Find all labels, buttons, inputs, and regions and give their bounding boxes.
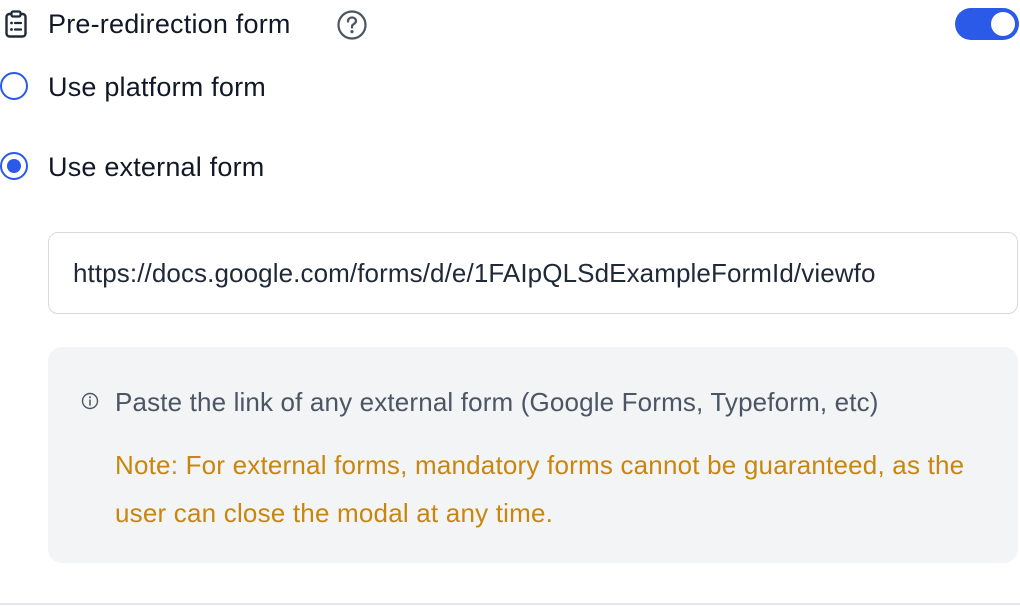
external-form-label: Use external form <box>48 152 265 182</box>
info-icon <box>81 392 99 410</box>
divider <box>0 603 1020 605</box>
use-external-form-option[interactable]: Use external form <box>0 148 600 188</box>
pre-redirection-form-settings: Pre-redirection form Use platform form U… <box>0 0 1020 606</box>
pre-redirection-toggle[interactable] <box>955 8 1019 40</box>
section-header: Pre-redirection form <box>0 0 1020 50</box>
warning-note-text: Note: For external forms, mandatory form… <box>115 450 965 528</box>
platform-form-label: Use platform form <box>48 72 266 102</box>
external-form-radio[interactable] <box>0 152 28 180</box>
platform-form-radio[interactable] <box>0 72 28 100</box>
toggle-knob <box>991 12 1015 36</box>
info-box: Paste the link of any external form (Goo… <box>48 347 1018 563</box>
use-platform-form-option[interactable]: Use platform form <box>0 68 600 108</box>
help-circle-icon[interactable] <box>336 9 368 41</box>
info-hint-text: Paste the link of any external form (Goo… <box>115 387 879 417</box>
clipboard-icon <box>5 10 27 38</box>
external-form-url-input[interactable] <box>48 232 1018 314</box>
section-title: Pre-redirection form <box>48 9 291 39</box>
